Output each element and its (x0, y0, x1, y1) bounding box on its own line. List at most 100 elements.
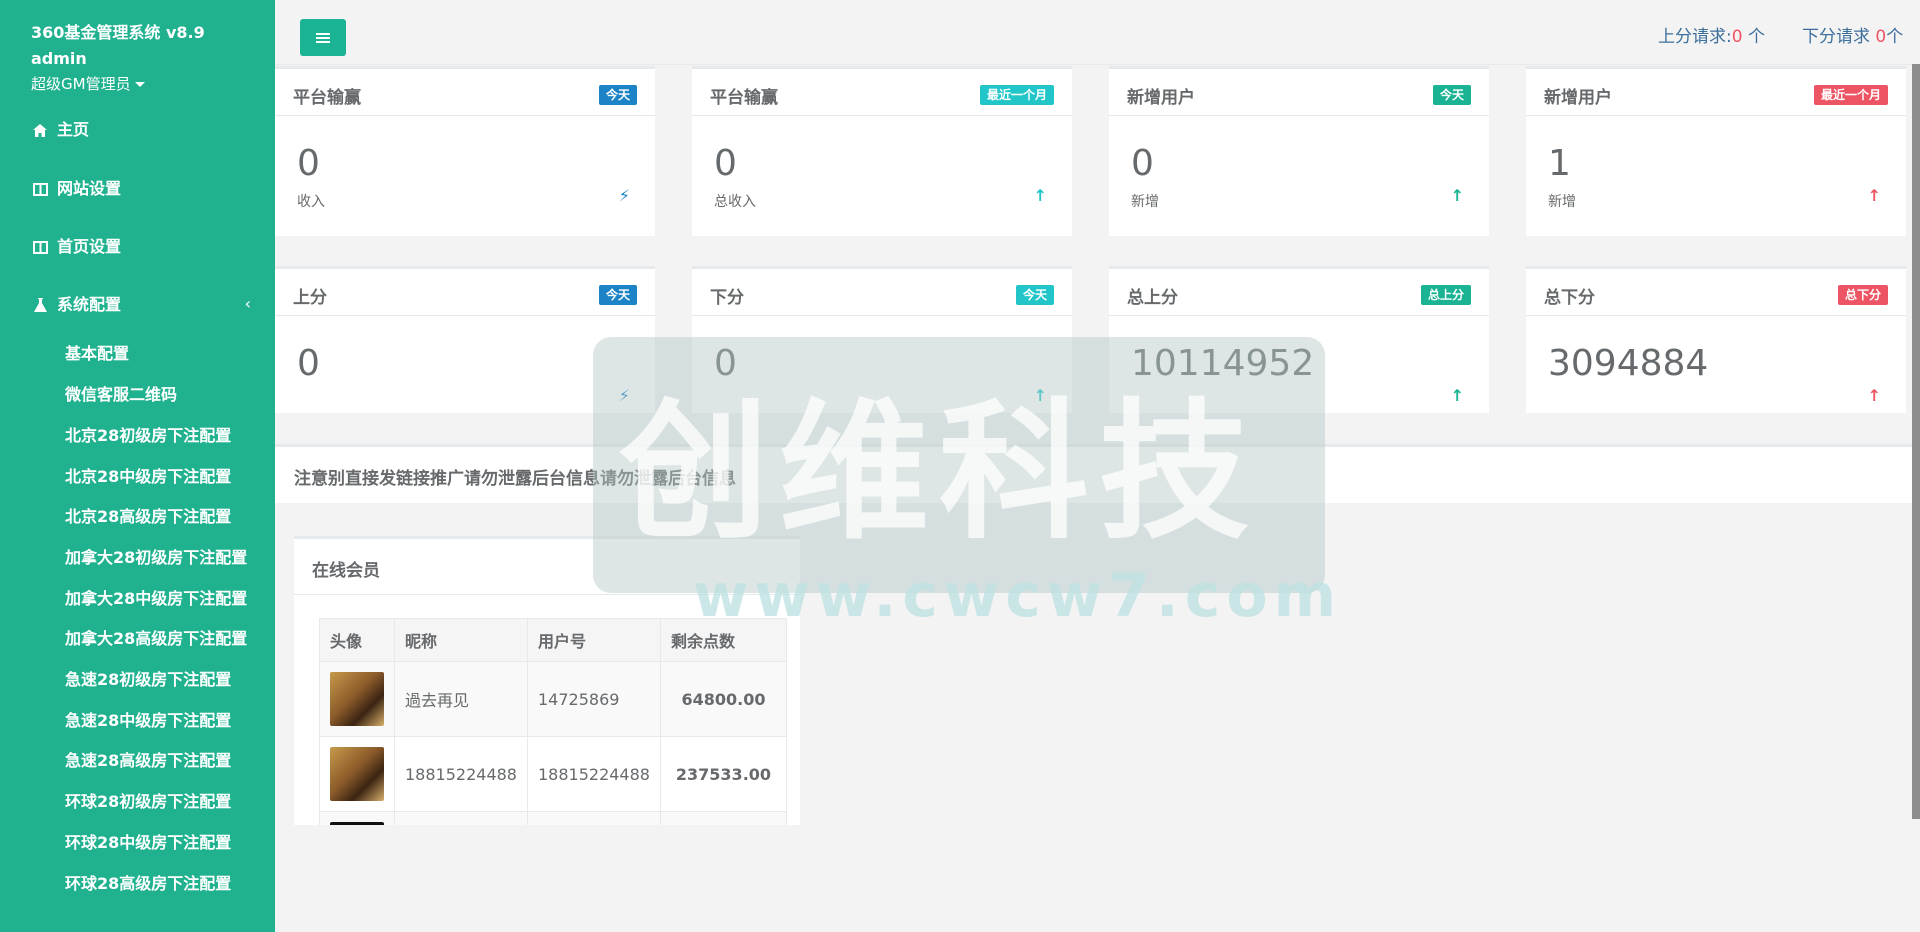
chevron-left-icon: ‹ (244, 294, 251, 313)
cell-nickname: 18815224488 (394, 736, 528, 812)
table-row: 過去再见 14725869 64800.00 (319, 661, 787, 737)
nav-item-site-settings[interactable]: 网站设置 (31, 174, 121, 204)
nav-item-system-config[interactable]: 系统配置 (31, 290, 251, 320)
stat-badge: 最近一个月 (979, 85, 1054, 105)
stat-title: 上分 (293, 288, 327, 308)
cell-uid: 18815224488 (526, 736, 661, 812)
table-row (319, 811, 787, 825)
stat-sublabel: 新增 (1131, 194, 1159, 210)
nav-item-label: 网站设置 (57, 179, 122, 198)
up-request-link[interactable]: 上分请求:0 个 (1658, 22, 1765, 47)
col-nickname: 昵称 (394, 618, 528, 662)
stat-title: 下分 (710, 288, 744, 308)
stat-card-up-today: 上分 今天 0 ⚡ (275, 266, 655, 413)
bolt-icon: ⚡ (618, 186, 630, 205)
submenu-wechat-qrcode[interactable]: 微信客服二维码 (65, 383, 177, 407)
stat-value: 0 (297, 143, 320, 184)
stat-card-total-down: 总下分 总下分 3094884 ↑ (1526, 266, 1906, 413)
stat-badge: 今天 (1015, 285, 1054, 305)
stat-badge: 最近一个月 (1813, 85, 1888, 105)
stat-badge: 今天 (598, 285, 637, 305)
flask-icon (31, 298, 49, 312)
cell-points: 237533.00 (659, 736, 787, 812)
members-table: 头像 昵称 用户号 剩余点数 過去再见 14725869 64800.00 18… (319, 618, 787, 825)
down-request-link[interactable]: 下分请求 0个 (1802, 22, 1903, 47)
nav-item-home-settings[interactable]: 首页设置 (31, 232, 121, 262)
stat-sublabel: 新增 (1548, 194, 1576, 210)
avatar (330, 672, 384, 726)
user-role-dropdown[interactable]: 超级GM管理员 (31, 73, 145, 94)
stat-card-new-users-month: 新增用户 最近一个月 1 新增 ↑ (1526, 66, 1906, 236)
stat-badge: 总下分 (1837, 285, 1888, 305)
stat-badge: 今天 (598, 85, 637, 105)
submenu-item[interactable]: 环球28高级房下注配置 (65, 872, 231, 896)
nav-item-label: 首页设置 (57, 237, 122, 256)
submenu-item[interactable]: 急速28中级房下注配置 (65, 709, 231, 733)
level-up-icon: ↑ (1867, 386, 1881, 405)
stat-title: 平台输赢 (710, 88, 778, 108)
stat-title: 总下分 (1544, 288, 1595, 308)
notice-text: 注意别直接发链接推广请勿泄露后台信息请勿泄露后台信息 (294, 469, 736, 489)
submenu-item[interactable]: 北京28中级房下注配置 (65, 465, 231, 489)
level-up-icon: ↑ (1033, 186, 1047, 205)
stat-title: 平台输赢 (293, 88, 361, 108)
up-request-unit: 个 (1742, 27, 1765, 47)
stat-card-down-today: 下分 今天 0 ↑ (692, 266, 1072, 413)
col-avatar: 头像 (319, 618, 395, 662)
stat-sublabel: 收入 (297, 194, 325, 210)
stat-title: 总上分 (1127, 288, 1178, 308)
submenu-item[interactable]: 加拿大28高级房下注配置 (65, 627, 247, 651)
stat-card-platform-today: 平台输赢 今天 0 收入 ⚡ (275, 66, 655, 236)
cell-uid: 14725869 (526, 661, 661, 737)
scrollbar[interactable] (1912, 64, 1920, 819)
home-icon (31, 123, 49, 137)
columns-icon (31, 240, 49, 254)
stat-value: 3094884 (1548, 343, 1709, 384)
submenu-item[interactable]: 环球28初级房下注配置 (65, 790, 231, 814)
submenu-item[interactable]: 急速28初级房下注配置 (65, 668, 231, 692)
stat-value: 10114952 (1131, 343, 1315, 384)
avatar (330, 822, 384, 825)
sidebar: 360基金管理系统 v8.9 admin 超级GM管理员 主页 网站设置 首页设… (0, 0, 275, 932)
cell-nickname: 過去再见 (394, 661, 528, 737)
stat-title: 新增用户 (1127, 88, 1195, 108)
stat-value: 0 (297, 343, 320, 384)
submenu-item[interactable]: 加拿大28中级房下注配置 (65, 587, 247, 611)
nav-item-label: 主页 (57, 120, 90, 139)
bolt-icon: ⚡ (618, 386, 630, 405)
stat-badge: 今天 (1432, 85, 1471, 105)
nav-item-label: 系统配置 (57, 295, 122, 314)
submenu-item[interactable]: 环球28中级房下注配置 (65, 831, 231, 855)
stat-value: 1 (1548, 143, 1571, 184)
nav-item-home[interactable]: 主页 (31, 115, 89, 145)
panel-title: 在线会员 (312, 561, 380, 581)
stat-card-platform-month: 平台输赢 最近一个月 0 总收入 ↑ (692, 66, 1072, 236)
columns-icon (31, 182, 49, 196)
hamburger-icon (316, 31, 330, 45)
down-request-label: 下分请求 (1802, 27, 1876, 47)
up-request-label: 上分请求: (1658, 27, 1732, 47)
menu-toggle-button[interactable] (300, 19, 346, 56)
online-members-panel: 在线会员 头像 昵称 用户号 剩余点数 過去再见 14725869 64800.… (294, 536, 800, 825)
up-request-count: 0 (1731, 27, 1743, 47)
caret-down-icon (134, 82, 145, 87)
user-role-label: 超级GM管理员 (31, 75, 131, 93)
col-uid: 用户号 (526, 618, 661, 662)
level-up-icon: ↑ (1033, 386, 1047, 405)
table-row: 18815224488 18815224488 237533.00 (319, 736, 787, 812)
stat-card-total-up: 总上分 总上分 10114952 ↑ (1109, 266, 1489, 413)
submenu-item[interactable]: 北京28初级房下注配置 (65, 424, 231, 448)
submenu-item[interactable]: 急速28高级房下注配置 (65, 749, 231, 773)
submenu-basic-config[interactable]: 基本配置 (65, 342, 129, 366)
stat-value: 0 (714, 343, 737, 384)
stat-badge: 总上分 (1420, 285, 1471, 305)
col-points: 剩余点数 (659, 618, 787, 662)
stat-value: 0 (714, 143, 737, 184)
level-up-icon: ↑ (1450, 186, 1464, 205)
submenu-item[interactable]: 加拿大28初级房下注配置 (65, 546, 247, 570)
stat-title: 新增用户 (1544, 88, 1612, 108)
cell-points: 64800.00 (659, 661, 787, 737)
level-up-icon: ↑ (1450, 386, 1464, 405)
avatar (330, 747, 384, 801)
submenu-item[interactable]: 北京28高级房下注配置 (65, 505, 231, 529)
